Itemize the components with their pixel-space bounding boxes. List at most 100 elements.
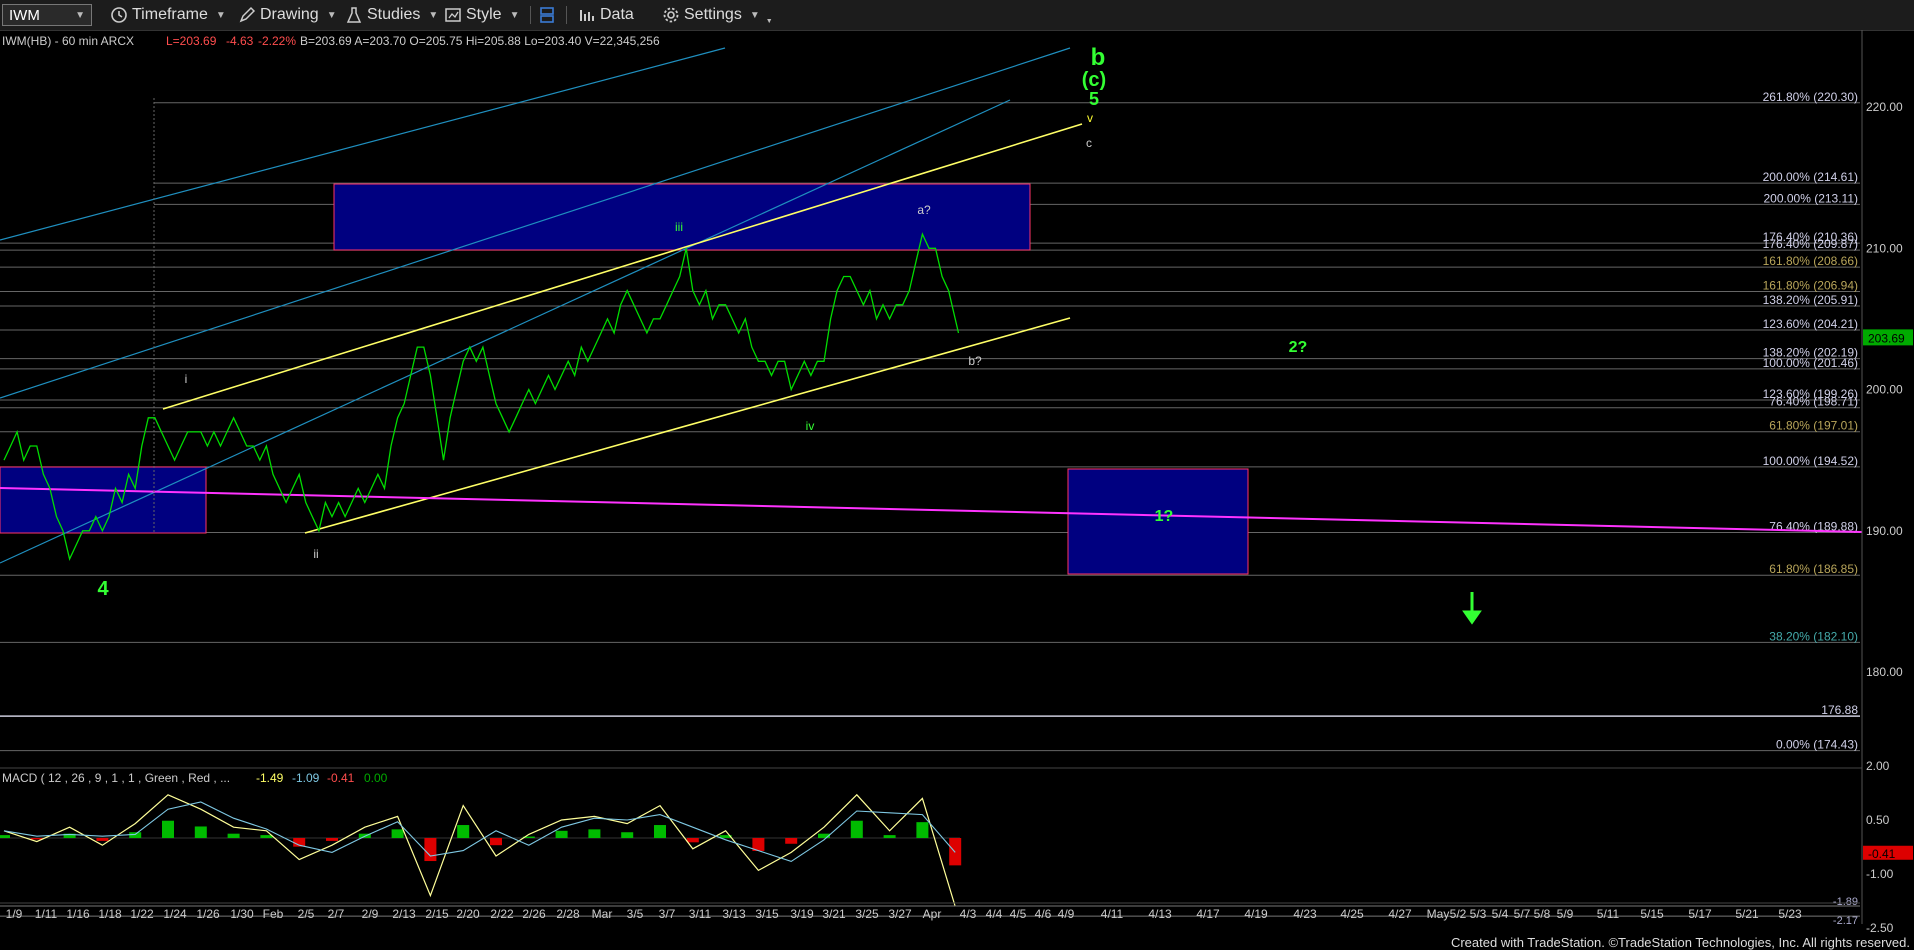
- time-tick: 1/16: [66, 907, 90, 921]
- time-tick: Apr: [923, 907, 942, 921]
- wave-label-a: a?: [917, 203, 931, 217]
- price-tick: 210.00: [1866, 241, 1903, 255]
- fib-label: 38.20% (182.10): [1769, 629, 1858, 643]
- time-tick: 1/11: [35, 907, 58, 921]
- fib-label: 161.80% (208.66): [1763, 254, 1858, 268]
- layout-button[interactable]: [538, 4, 560, 26]
- style-menu[interactable]: Style ▼: [444, 4, 519, 26]
- time-tick: 4/11: [1101, 907, 1124, 921]
- wave-label-b: b: [1091, 44, 1106, 71]
- price-tick: 180.00: [1866, 665, 1903, 679]
- macd-level-label: -1.89: [1833, 896, 1858, 908]
- time-tick: 1/26: [196, 907, 220, 921]
- bar-chart-icon: [580, 10, 594, 21]
- time-tick: 5/17: [1688, 907, 1712, 921]
- settings-label: Settings: [684, 6, 742, 23]
- toolbar: IWM ▼ Timeframe ▼ Drawing ▼ Studies ▼ St…: [0, 0, 1914, 31]
- fib-label: 100.00% (201.46): [1763, 356, 1858, 370]
- time-tick: 5/4: [1492, 907, 1509, 921]
- time-tick: 4/4: [986, 907, 1003, 921]
- wave-label-c: (c): [1082, 69, 1106, 91]
- settings-menu[interactable]: Settings ▼ ▼: [662, 4, 773, 26]
- macd-histogram-bar: [916, 822, 929, 838]
- time-tick: 5/2: [1450, 907, 1467, 921]
- drawing-menu[interactable]: Drawing ▼: [238, 4, 337, 26]
- toolbar-divider: [566, 6, 567, 24]
- time-tick: 5/21: [1735, 907, 1759, 921]
- footer-credit: Created with TradeStation. ©TradeStation…: [1450, 935, 1910, 950]
- fib-label: 76.40% (198.71): [1769, 395, 1858, 409]
- macd-histogram-bar: [555, 830, 568, 838]
- gear-icon: [663, 7, 679, 23]
- time-tick: Mar: [592, 907, 613, 921]
- macd-histogram-bar: [0, 835, 10, 838]
- time-tick: 3/5: [627, 907, 644, 921]
- data-menu[interactable]: Data: [578, 4, 634, 26]
- macd-histogram-bar: [654, 825, 666, 838]
- time-tick: 2/7: [328, 907, 345, 921]
- time-tick: 3/27: [888, 907, 912, 921]
- style-icon: [445, 8, 461, 22]
- wave-label-two: 2?: [1289, 339, 1308, 356]
- clock-icon: [111, 7, 127, 23]
- time-tick: 2/5: [298, 907, 315, 921]
- data-label: Data: [600, 6, 634, 23]
- timeframe-menu[interactable]: Timeframe ▼: [110, 4, 226, 26]
- price-chart: 261.80% (220.30) 200.00% (214.61) 200.00% …: [0, 30, 1913, 935]
- macd-level-label: -2.17: [1833, 915, 1858, 927]
- symbol-selector[interactable]: IWM ▼: [2, 4, 92, 26]
- price-tick: 200.00: [1866, 383, 1903, 397]
- wave-label-v: v: [1087, 111, 1093, 125]
- fib-label: 0.00% (174.43): [1776, 738, 1858, 752]
- macd-label: MACD ( 12 , 26 , 9 , 1 , 1 , Green , Red…: [2, 771, 230, 785]
- time-tick: 4/23: [1293, 907, 1317, 921]
- price-tick: 190.00: [1866, 524, 1903, 538]
- wave-label-bq: b?: [968, 354, 982, 368]
- time-tick: 2/22: [490, 907, 514, 921]
- fib-label: 200.00% (214.61): [1763, 170, 1858, 184]
- time-tick: 3/21: [822, 907, 846, 921]
- time-tick: 5/9: [1557, 907, 1574, 921]
- macd-histogram-bar: [621, 832, 634, 838]
- time-tick: 5/15: [1640, 907, 1664, 921]
- time-tick: 5/7: [1514, 907, 1531, 921]
- time-tick: 4/13: [1148, 907, 1172, 921]
- time-tick: 1/18: [98, 907, 122, 921]
- time-tick: 3/19: [790, 907, 814, 921]
- fib-label: 176.40% (209.87): [1763, 237, 1858, 251]
- symbol-label: IWM: [9, 6, 40, 24]
- time-tick: 4/9: [1058, 907, 1075, 921]
- macd-histogram-bar: [194, 826, 207, 838]
- fib-label: 200.00% (213.11): [1763, 191, 1858, 205]
- channel-lower: [304, 317, 1071, 534]
- chevron-down-icon: ▼: [749, 9, 760, 21]
- time-tick: 1/24: [163, 907, 187, 921]
- fib-label: 176.88: [1821, 703, 1858, 717]
- time-tick: 3/7: [659, 907, 676, 921]
- time-tick: 4/27: [1388, 907, 1412, 921]
- time-tick: 1/30: [230, 907, 254, 921]
- wave-label-four: 4: [97, 578, 109, 600]
- time-tick: 1/22: [130, 907, 154, 921]
- chevron-down-small-icon: ▼: [765, 17, 773, 25]
- wave-label-five: 5: [1089, 89, 1099, 109]
- time-tick: 2/26: [522, 907, 546, 921]
- wave-label-iv: iv: [806, 419, 815, 433]
- macd-histogram-bar: [227, 833, 240, 838]
- wave-label-i: i: [185, 372, 188, 386]
- macd-histogram-bar: [588, 829, 601, 838]
- macd-tick: -2.50: [1866, 921, 1894, 935]
- time-tick: 5/8: [1534, 907, 1551, 921]
- fib-label: 61.80% (197.01): [1769, 419, 1858, 433]
- time-tick: 2/15: [425, 907, 449, 921]
- time-tick: 2/20: [456, 907, 480, 921]
- time-tick: 5/3: [1470, 907, 1487, 921]
- time-tick: 3/11: [689, 907, 712, 921]
- flask-icon: [346, 7, 362, 23]
- fib-label: 61.80% (186.85): [1769, 562, 1858, 576]
- studies-menu[interactable]: Studies ▼: [345, 4, 438, 26]
- macd-value-1: -1.49: [256, 771, 284, 785]
- trend-lines: [0, 47, 1863, 564]
- style-label: Style: [466, 6, 502, 23]
- toolbar-divider: [530, 6, 531, 24]
